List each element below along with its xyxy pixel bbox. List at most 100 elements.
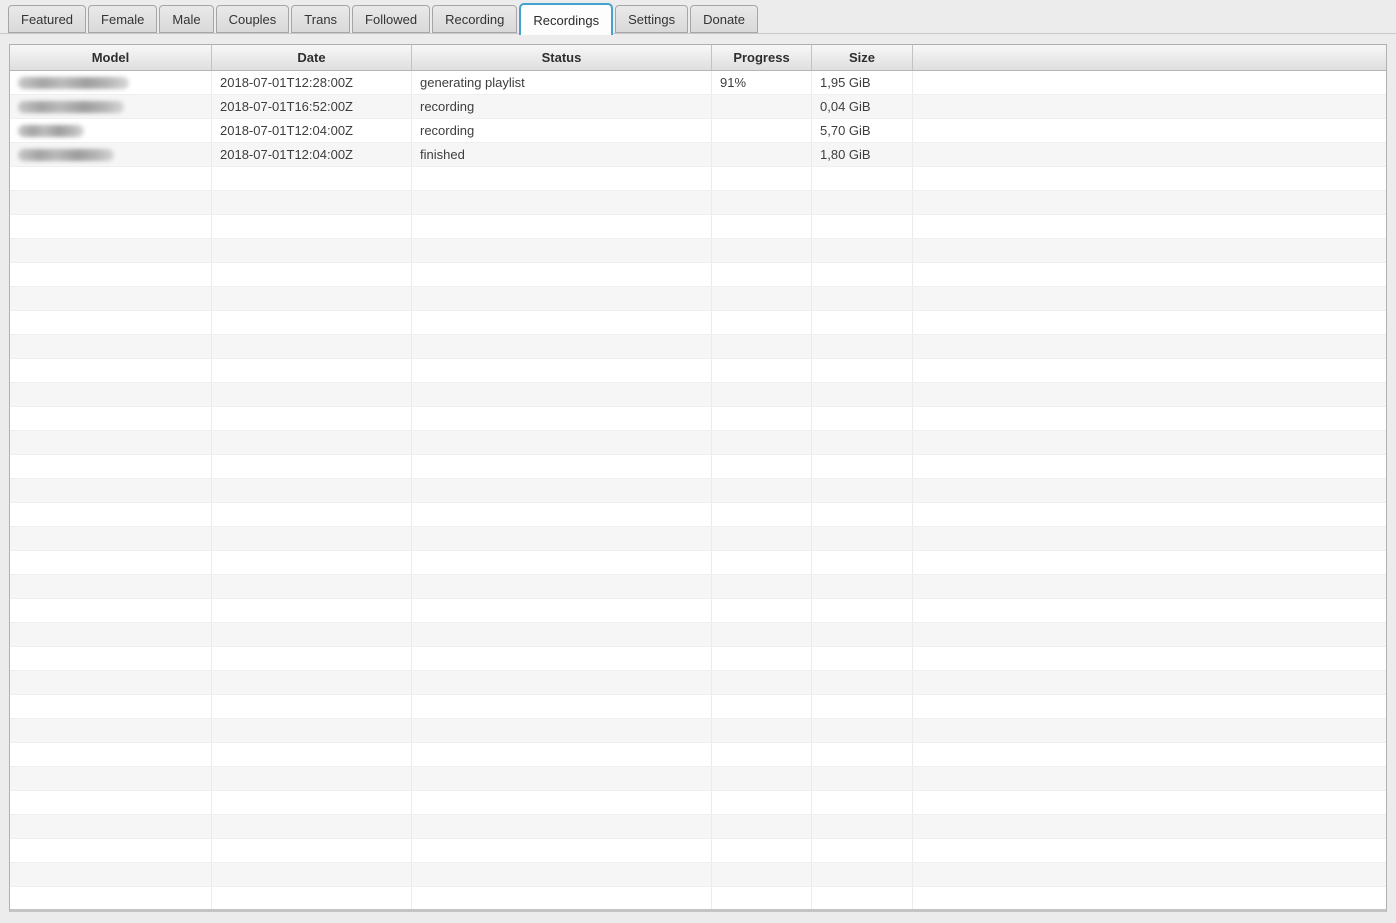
empty-cell	[412, 503, 712, 526]
tab-featured[interactable]: Featured	[8, 5, 86, 33]
empty-cell	[812, 791, 913, 814]
column-header-size[interactable]: Size	[812, 45, 913, 70]
empty-cell	[412, 479, 712, 502]
table-row[interactable]: 2018-07-01T12:28:00Z generating playlist…	[10, 71, 1386, 95]
tab-label: Followed	[365, 12, 417, 27]
empty-cell	[712, 383, 812, 406]
empty-table-row	[10, 479, 1386, 503]
empty-cell	[712, 551, 812, 574]
empty-cell	[812, 335, 913, 358]
empty-cell	[712, 575, 812, 598]
progress-cell: 91%	[712, 71, 812, 94]
empty-cell	[412, 647, 712, 670]
table-row[interactable]: 2018-07-01T16:52:00Z recording 0,04 GiB	[10, 95, 1386, 119]
empty-cell	[913, 863, 1386, 886]
empty-cell	[913, 239, 1386, 262]
empty-cell	[712, 623, 812, 646]
empty-cell	[412, 263, 712, 286]
model-cell	[10, 71, 212, 94]
tab-settings[interactable]: Settings	[615, 5, 688, 33]
empty-table-row	[10, 287, 1386, 311]
empty-cell	[412, 695, 712, 718]
empty-cell	[10, 719, 212, 742]
date-cell: 2018-07-01T16:52:00Z	[212, 95, 412, 118]
empty-cell	[412, 215, 712, 238]
table-body: 2018-07-01T12:28:00Z generating playlist…	[10, 71, 1386, 911]
tab-recordings-selected[interactable]: Recordings	[519, 3, 613, 35]
empty-cell	[812, 215, 913, 238]
empty-cell	[212, 719, 412, 742]
empty-cell	[412, 431, 712, 454]
tab-couples[interactable]: Couples	[216, 5, 290, 33]
empty-cell	[412, 839, 712, 862]
tab-recording[interactable]: Recording	[432, 5, 517, 33]
column-header-status[interactable]: Status	[412, 45, 712, 70]
empty-cell	[10, 695, 212, 718]
column-header-progress[interactable]: Progress	[712, 45, 812, 70]
empty-cell	[913, 359, 1386, 382]
tab-female[interactable]: Female	[88, 5, 157, 33]
empty-cell	[812, 767, 913, 790]
empty-cell	[812, 383, 913, 406]
empty-cell	[212, 503, 412, 526]
date-cell: 2018-07-01T12:28:00Z	[212, 71, 412, 94]
empty-table-row	[10, 527, 1386, 551]
empty-cell	[10, 839, 212, 862]
empty-cell	[412, 359, 712, 382]
empty-cell	[10, 407, 212, 430]
empty-cell	[412, 815, 712, 838]
empty-cell	[712, 407, 812, 430]
empty-table-row	[10, 431, 1386, 455]
model-redaction-smudge	[18, 149, 114, 161]
table-row[interactable]: 2018-07-01T12:04:00Z recording 5,70 GiB	[10, 119, 1386, 143]
empty-cell	[212, 215, 412, 238]
date-cell: 2018-07-01T12:04:00Z	[212, 119, 412, 142]
empty-cell	[712, 503, 812, 526]
tab-trans[interactable]: Trans	[291, 5, 350, 33]
tab-followed[interactable]: Followed	[352, 5, 430, 33]
empty-table-row	[10, 695, 1386, 719]
empty-cell	[913, 791, 1386, 814]
empty-cell	[10, 479, 212, 502]
empty-cell	[712, 719, 812, 742]
empty-cell	[913, 839, 1386, 862]
empty-cell	[412, 743, 712, 766]
tab-donate[interactable]: Donate	[690, 5, 758, 33]
model-redaction-smudge	[18, 101, 124, 113]
empty-cell	[212, 695, 412, 718]
empty-cell	[212, 863, 412, 886]
empty-cell	[712, 215, 812, 238]
empty-cell	[913, 503, 1386, 526]
tab-label: Featured	[21, 12, 73, 27]
empty-cell	[712, 263, 812, 286]
status-cell: recording	[412, 119, 712, 142]
column-header-model[interactable]: Model	[10, 45, 212, 70]
empty-cell	[913, 407, 1386, 430]
empty-table-row	[10, 215, 1386, 239]
table-row[interactable]: 2018-07-01T12:04:00Z finished 1,80 GiB	[10, 143, 1386, 167]
empty-cell	[712, 767, 812, 790]
empty-cell	[712, 335, 812, 358]
tab-male[interactable]: Male	[159, 5, 213, 33]
empty-cell	[10, 431, 212, 454]
empty-cell	[412, 239, 712, 262]
column-header-date[interactable]: Date	[212, 45, 412, 70]
empty-cell	[812, 743, 913, 766]
empty-cell	[412, 383, 712, 406]
empty-cell	[712, 431, 812, 454]
empty-table-row	[10, 599, 1386, 623]
tab-bar: Featured Female Male Couples Trans Follo…	[0, 0, 1396, 34]
empty-cell	[812, 311, 913, 334]
size-cell: 5,70 GiB	[812, 119, 913, 142]
empty-cell	[10, 335, 212, 358]
status-cell: finished	[412, 143, 712, 166]
empty-cell	[913, 695, 1386, 718]
empty-cell	[712, 359, 812, 382]
empty-cell	[412, 455, 712, 478]
model-redaction-smudge	[18, 77, 129, 89]
empty-cell	[712, 647, 812, 670]
empty-cell	[412, 167, 712, 190]
empty-cell	[212, 311, 412, 334]
empty-cell	[10, 287, 212, 310]
model-cell	[10, 95, 212, 118]
